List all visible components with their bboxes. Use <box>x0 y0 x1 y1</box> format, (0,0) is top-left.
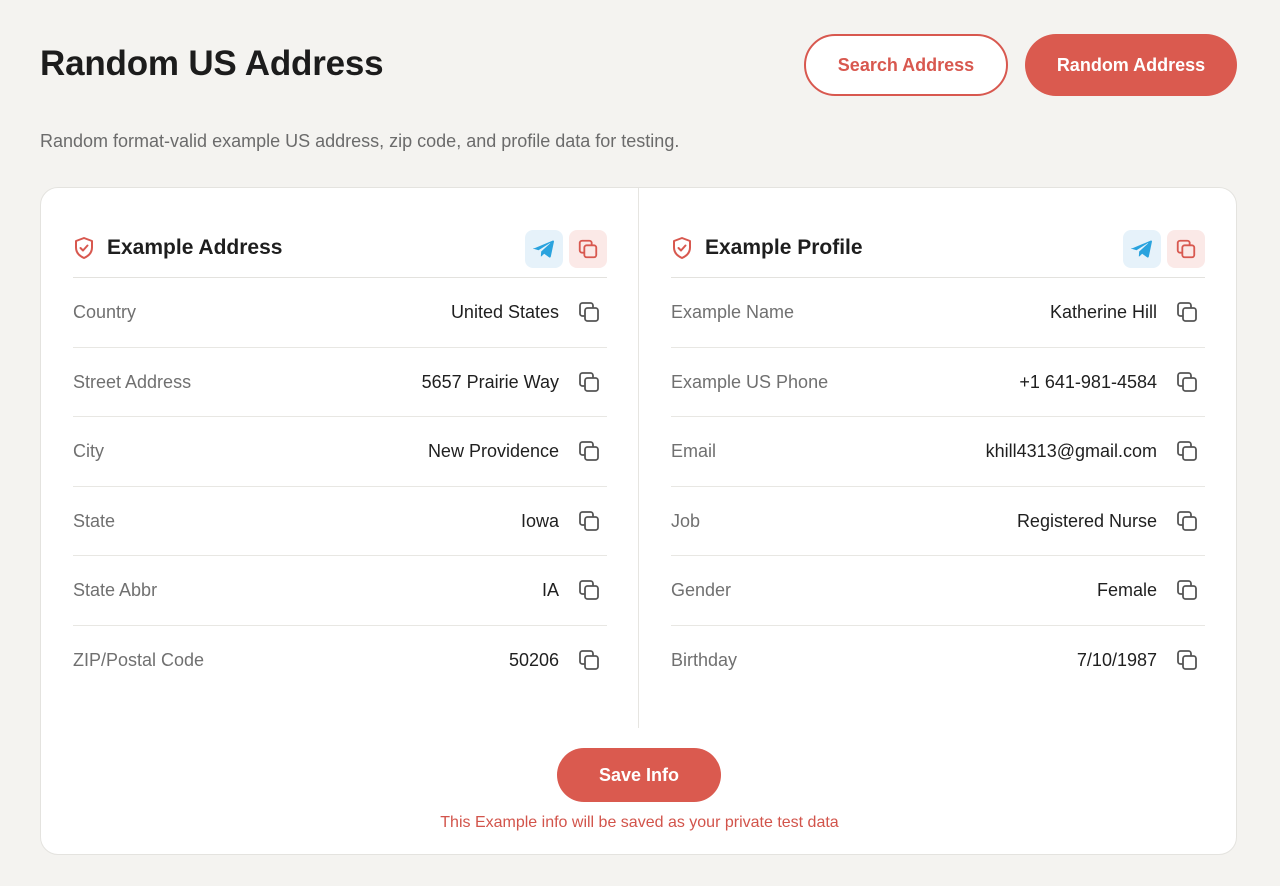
row-label: Country <box>73 302 137 322</box>
telegram-icon <box>533 240 554 258</box>
share-telegram-button[interactable] <box>1123 230 1161 268</box>
copy-icon[interactable] <box>577 439 601 463</box>
save-info-button[interactable]: Save Info <box>557 748 721 802</box>
copy-all-profile-button[interactable] <box>1167 230 1205 268</box>
address-panel: Example Address Country United States St… <box>73 230 607 696</box>
row-label: City <box>73 441 104 462</box>
row-label: State <box>73 510 116 531</box>
share-telegram-button[interactable] <box>525 230 563 268</box>
copy-icon[interactable] <box>1175 509 1199 533</box>
profile-row-birthday: Birthday 7/10/1987 <box>671 626 1205 696</box>
address-rows: Country United States Street Address 565… <box>73 278 607 696</box>
row-value[interactable]: +1 641-981-4584 <box>1019 372 1157 393</box>
address-panel-title: Example Address <box>107 236 283 259</box>
row-value[interactable]: United States <box>451 302 559 323</box>
page-title: Random US Address <box>40 44 384 83</box>
copy-icon[interactable] <box>577 648 601 672</box>
profile-panel-header: Example Profile <box>671 230 1205 278</box>
profile-row-gender: Gender Female <box>671 556 1205 626</box>
copy-icon <box>1176 239 1196 259</box>
row-label: Birthday <box>671 649 738 670</box>
profile-row-phone: Example US Phone +1 641-981-4584 <box>671 348 1205 418</box>
row-value[interactable]: IA <box>542 580 559 601</box>
random-address-button[interactable]: Random Address <box>1025 34 1237 96</box>
address-row-street: Street Address 5657 Prairie Way <box>73 348 607 418</box>
row-label: Job <box>671 510 701 531</box>
shield-check-icon <box>75 237 93 259</box>
row-value[interactable]: Katherine Hill <box>1050 302 1157 323</box>
row-label: ZIP/Postal Code <box>73 649 205 670</box>
row-label: Example Name <box>671 302 795 322</box>
row-value[interactable]: New Providence <box>428 441 559 462</box>
profile-row-job: Job Registered Nurse <box>671 487 1205 557</box>
row-value[interactable]: Female <box>1097 580 1157 601</box>
address-row-zip: ZIP/Postal Code 50206 <box>73 626 607 696</box>
page-header: Random US Address Search Address Random … <box>40 34 1237 96</box>
row-value[interactable]: 5657 Prairie Way <box>422 372 559 393</box>
copy-icon[interactable] <box>577 509 601 533</box>
row-label: Example US Phone <box>671 371 829 392</box>
row-value[interactable]: 7/10/1987 <box>1077 650 1157 671</box>
copy-all-address-button[interactable] <box>569 230 607 268</box>
address-row-state-abbr: State Abbr IA <box>73 556 607 626</box>
copy-icon[interactable] <box>1175 648 1199 672</box>
copy-icon[interactable] <box>1175 300 1199 324</box>
save-note: This Example info will be saved as your … <box>440 814 839 831</box>
column-divider <box>638 188 639 728</box>
profile-rows: Example Name Katherine Hill Example US P… <box>671 278 1205 696</box>
page-subtitle: Random format-valid example US address, … <box>40 131 680 151</box>
row-label: Email <box>671 441 717 462</box>
row-label: Street Address <box>73 371 192 392</box>
copy-icon[interactable] <box>577 578 601 602</box>
copy-icon[interactable] <box>1175 439 1199 463</box>
profile-row-email: Email khill4313@gmail.com <box>671 417 1205 487</box>
address-row-country: Country United States <box>73 278 607 348</box>
row-value[interactable]: Registered Nurse <box>1017 511 1157 532</box>
shield-check-icon <box>673 237 691 259</box>
copy-icon[interactable] <box>1175 578 1199 602</box>
row-label: Gender <box>671 580 732 601</box>
row-value[interactable]: khill4313@gmail.com <box>986 441 1157 462</box>
row-label: State Abbr <box>73 580 158 601</box>
info-card: Example Address Country United States St… <box>40 187 1237 855</box>
copy-icon[interactable] <box>577 370 601 394</box>
address-row-state: State Iowa <box>73 487 607 557</box>
copy-icon[interactable] <box>577 300 601 324</box>
telegram-icon <box>1131 240 1152 258</box>
profile-row-name: Example Name Katherine Hill <box>671 278 1205 348</box>
search-address-button[interactable]: Search Address <box>804 34 1008 96</box>
row-value[interactable]: 50206 <box>509 650 559 671</box>
row-value[interactable]: Iowa <box>521 511 559 532</box>
address-panel-header: Example Address <box>73 230 607 278</box>
address-row-city: City New Providence <box>73 417 607 487</box>
copy-icon[interactable] <box>1175 370 1199 394</box>
profile-panel-title: Example Profile <box>705 236 863 259</box>
copy-icon <box>578 239 598 259</box>
profile-panel: Example Profile Example Name Katherine H… <box>671 230 1205 696</box>
